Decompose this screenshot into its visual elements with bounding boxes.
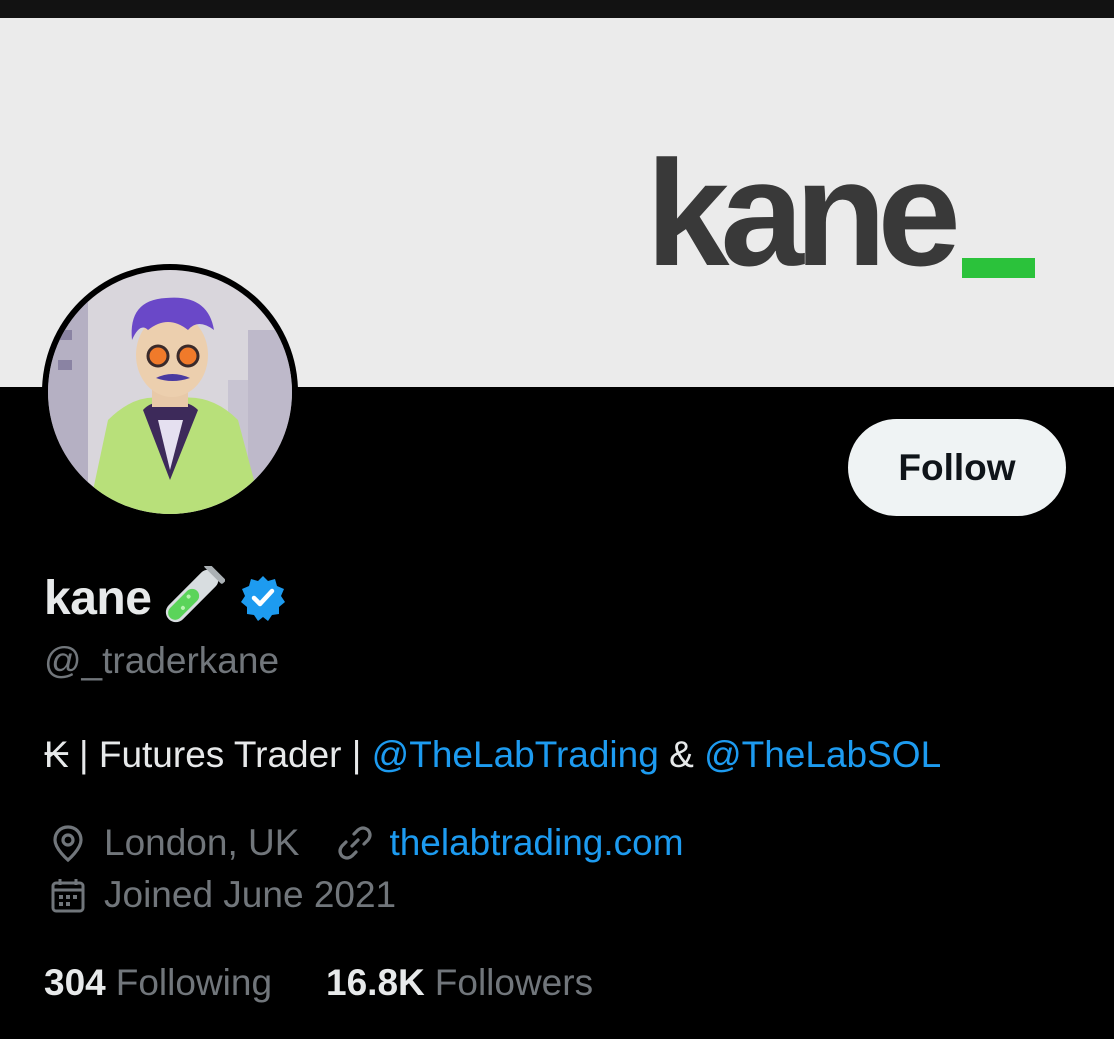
top-edge-bar [0,0,1114,18]
website-link[interactable]: thelabtrading.com [389,822,683,864]
following-label: Following [115,962,273,1003]
followers-label: Followers [434,962,594,1003]
test-tube-icon [166,566,226,623]
banner-wordmark: kane [646,129,961,297]
profile-joined-row: Joined June 2021 [48,874,396,916]
banner-underscore-accent [962,258,1035,278]
avatar[interactable] [42,264,298,520]
location-text: London, UK [104,822,300,863]
follow-stats: 304 Following 16.8K Followers [44,962,593,1004]
profile-meta-row: London, UK thelabtrading.com [48,822,684,864]
joined-date: Joined June 2021 [104,874,397,915]
followers-stat[interactable]: 16.8K Followers [326,962,593,1004]
mention-link-thelabtrading[interactable]: @TheLabTrading [372,734,659,775]
mention-link-thelabsol[interactable]: @TheLabSOL [704,734,941,775]
bio: ₭ | Futures Trader | @TheLabTrading & @T… [44,734,941,776]
location-pin-icon [53,825,83,863]
display-name: kane [44,571,152,625]
verified-badge-icon[interactable] [239,574,287,622]
calendar-icon [51,879,85,913]
link-icon [338,826,373,860]
bio-joiner: & [658,734,705,775]
bio-text: ₭ | Futures Trader | [44,734,372,775]
following-count: 304 [44,962,106,1003]
name-row: kane [44,566,287,628]
avatar-illustration [48,270,292,514]
following-stat[interactable]: 304 Following [44,962,272,1004]
user-handle: @_traderkane [44,640,280,681]
followers-count: 16.8K [326,962,425,1003]
follow-button[interactable]: Follow [848,419,1066,516]
